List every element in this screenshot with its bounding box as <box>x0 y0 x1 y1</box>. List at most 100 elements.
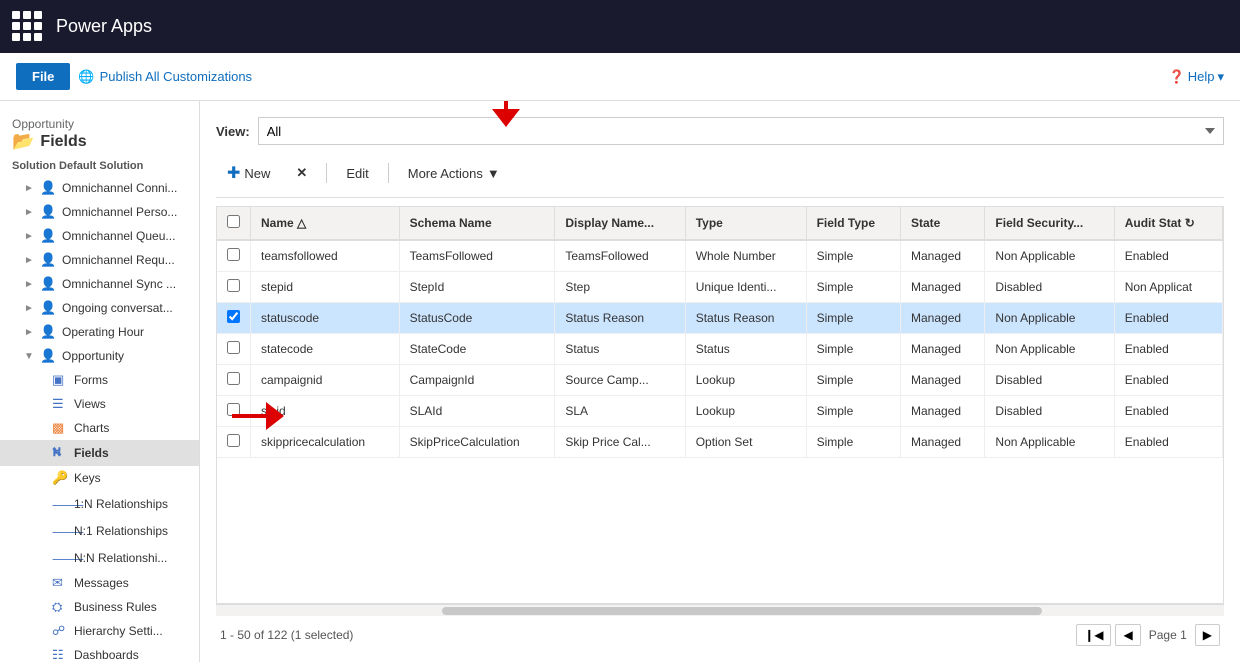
table-cell: StatusCode <box>399 303 555 334</box>
col-audit-status[interactable]: Audit Stat ↻ <box>1114 207 1222 240</box>
help-button[interactable]: ❓ Help ▾ <box>1169 69 1224 85</box>
row-checkbox[interactable] <box>227 403 240 416</box>
sidebar-item-fields[interactable]: ⛕ Fields <box>0 440 199 466</box>
row-checkbox[interactable] <box>227 248 240 261</box>
tree-toggle-icon: ► <box>24 207 34 218</box>
new-button[interactable]: ✚ New <box>216 157 281 189</box>
table-cell: Status Reason <box>555 303 685 334</box>
entity-icon: 👤 <box>40 204 56 220</box>
row-checkbox[interactable] <box>227 310 240 323</box>
pagination-range: 1 - 50 of 122 (1 selected) <box>220 628 353 642</box>
col-name[interactable]: Name △ <box>251 207 400 240</box>
tree-toggle-icon: ► <box>24 279 34 290</box>
sidebar-item-1n-relationships[interactable]: ⸻ 1:N Relationships <box>0 490 199 517</box>
table-cell: CampaignId <box>399 365 555 396</box>
select-all-checkbox[interactable] <box>227 215 240 228</box>
sidebar-item-business-rules[interactable]: ⛭ Business Rules <box>0 595 199 619</box>
col-field-security[interactable]: Field Security... <box>985 207 1114 240</box>
table-cell: StepId <box>399 272 555 303</box>
sidebar-item-omnichannel-requ[interactable]: ► 👤 Omnichannel Requ... <box>0 248 199 272</box>
sidebar-item-omnichannel-conni[interactable]: ► 👤 Omnichannel Conni... <box>0 176 199 200</box>
sidebar-item-keys[interactable]: 🔑 Keys <box>0 466 199 490</box>
sidebar: Opportunity 📂 Fields Solution Default So… <box>0 101 200 662</box>
edit-button[interactable]: Edit <box>335 160 379 187</box>
sidebar-item-forms[interactable]: ▣ Forms <box>0 368 199 392</box>
sidebar-item-operating-hour[interactable]: ► 👤 Operating Hour <box>0 320 199 344</box>
table-cell: Simple <box>806 240 900 272</box>
row-checkbox-cell[interactable] <box>217 427 251 458</box>
sidebar-item-charts[interactable]: ▩ Charts <box>0 416 199 440</box>
table-cell: Managed <box>901 240 985 272</box>
table-cell: SLA <box>555 396 685 427</box>
row-checkbox[interactable] <box>227 372 240 385</box>
sidebar-item-n1-relationships[interactable]: ⸻ N:1 Relationships <box>0 517 199 544</box>
more-actions-button[interactable]: More Actions ▼ <box>397 160 511 187</box>
row-checkbox[interactable] <box>227 434 240 447</box>
sidebar-item-omnichannel-perso[interactable]: ► 👤 Omnichannel Perso... <box>0 200 199 224</box>
entity-icon: 👤 <box>40 252 56 268</box>
table-row[interactable]: stepidStepIdStepUnique Identi...SimpleMa… <box>217 272 1223 303</box>
horizontal-scrollbar[interactable] <box>216 604 1224 616</box>
table-cell: Enabled <box>1114 427 1222 458</box>
col-field-type[interactable]: Field Type <box>806 207 900 240</box>
table-cell: Lookup <box>685 365 806 396</box>
sidebar-item-nn-relationships[interactable]: ⸻ N:N Relationshi... <box>0 544 199 571</box>
sidebar-item-dashboards[interactable]: ☷ Dashboards <box>0 643 199 662</box>
table-row[interactable]: teamsfollowedTeamsFollowedTeamsFollowedW… <box>217 240 1223 272</box>
delete-button[interactable]: ✕ <box>285 159 318 187</box>
publish-button[interactable]: 🌐 Publish All Customizations <box>78 69 252 85</box>
table-row[interactable]: campaignidCampaignIdSource Camp...Lookup… <box>217 365 1223 396</box>
folder-icon: 📂 <box>12 131 34 152</box>
table-cell: Simple <box>806 272 900 303</box>
col-display-name[interactable]: Display Name... <box>555 207 685 240</box>
row-checkbox[interactable] <box>227 341 240 354</box>
table-cell: Managed <box>901 303 985 334</box>
table-row[interactable]: slaidSLAIdSLALookupSimpleManagedDisabled… <box>217 396 1223 427</box>
scrollbar-thumb[interactable] <box>442 607 1042 615</box>
table-cell: Step <box>555 272 685 303</box>
file-button[interactable]: File <box>16 63 70 90</box>
entity-icon: 👤 <box>40 300 56 316</box>
sidebar-item-messages[interactable]: ✉ Messages <box>0 571 199 595</box>
relationship-icon: ⸻ <box>52 494 68 513</box>
table-row[interactable]: skippricecalculationSkipPriceCalculation… <box>217 427 1223 458</box>
row-checkbox-cell[interactable] <box>217 396 251 427</box>
col-schema-name[interactable]: Schema Name <box>399 207 555 240</box>
table-cell: TeamsFollowed <box>555 240 685 272</box>
row-checkbox-cell[interactable] <box>217 272 251 303</box>
table-cell: StateCode <box>399 334 555 365</box>
view-select[interactable]: All Custom Default Solution <box>258 117 1224 145</box>
row-checkbox[interactable] <box>227 279 240 292</box>
first-page-button[interactable]: ❙◀ <box>1076 624 1111 646</box>
apps-icon[interactable] <box>12 11 44 43</box>
table-cell: SLAId <box>399 396 555 427</box>
help-chevron-icon: ▾ <box>1217 69 1224 85</box>
table-cell: Whole Number <box>685 240 806 272</box>
sidebar-item-ongoing-conversat[interactable]: ► 👤 Ongoing conversat... <box>0 296 199 320</box>
row-checkbox-cell[interactable] <box>217 334 251 365</box>
sidebar-item-omnichannel-queu[interactable]: ► 👤 Omnichannel Queu... <box>0 224 199 248</box>
col-state[interactable]: State <box>901 207 985 240</box>
table-cell: TeamsFollowed <box>399 240 555 272</box>
view-label: View: <box>216 124 250 139</box>
table-cell: campaignid <box>251 365 400 396</box>
tree-toggle-icon: ▼ <box>24 351 34 362</box>
row-checkbox-cell[interactable] <box>217 365 251 396</box>
next-page-button[interactable]: ▶ <box>1195 624 1220 646</box>
row-checkbox-cell[interactable] <box>217 240 251 272</box>
entity-icon: 👤 <box>40 348 56 364</box>
table-row[interactable]: statecodeStateCodeStatusStatusSimpleMana… <box>217 334 1223 365</box>
hierarchy-icon: ☍ <box>52 623 68 639</box>
col-checkbox[interactable] <box>217 207 251 240</box>
prev-page-button[interactable]: ◀ <box>1115 624 1140 646</box>
col-type[interactable]: Type <box>685 207 806 240</box>
table-cell: slaid <box>251 396 400 427</box>
row-checkbox-cell[interactable] <box>217 303 251 334</box>
main-layout: Opportunity 📂 Fields Solution Default So… <box>0 101 1240 662</box>
sidebar-item-opportunity[interactable]: ▼ 👤 Opportunity <box>0 344 199 368</box>
sidebar-item-hierarchy-setti[interactable]: ☍ Hierarchy Setti... <box>0 619 199 643</box>
tree-toggle-icon: ► <box>24 303 34 314</box>
sidebar-item-views[interactable]: ☰ Views <box>0 392 199 416</box>
table-row[interactable]: statuscodeStatusCodeStatus ReasonStatus … <box>217 303 1223 334</box>
sidebar-item-omnichannel-sync[interactable]: ► 👤 Omnichannel Sync ... <box>0 272 199 296</box>
